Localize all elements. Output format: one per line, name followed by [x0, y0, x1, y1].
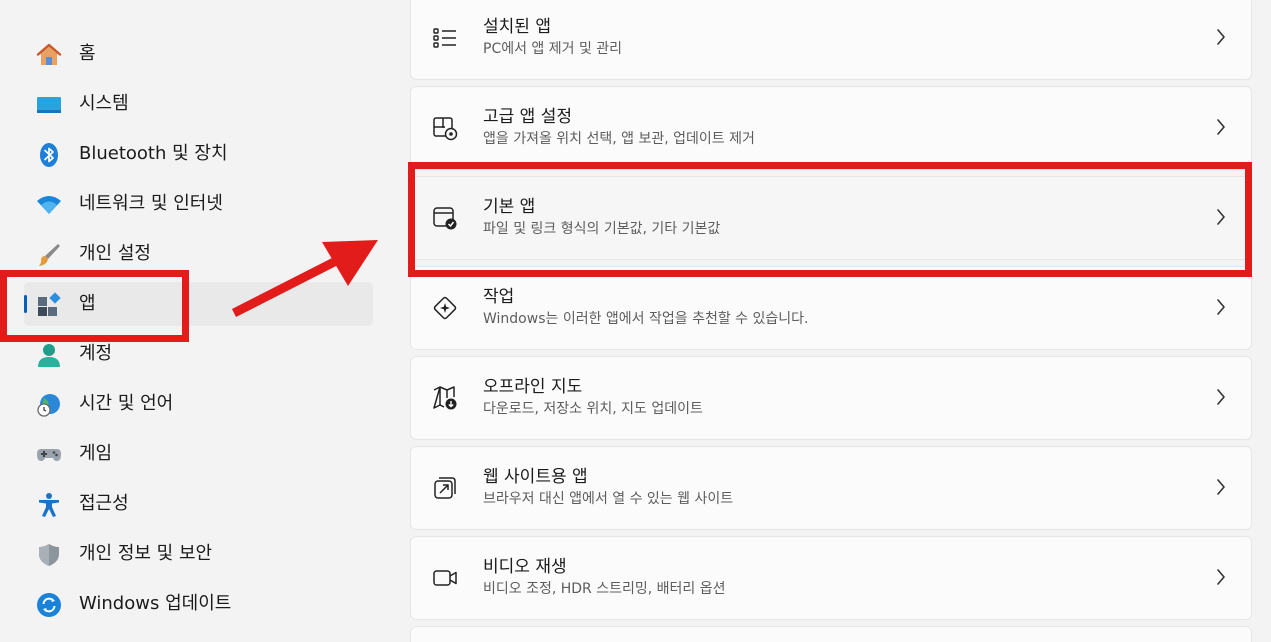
selection-indicator [24, 295, 27, 313]
card-subtitle: 앱을 가져올 위치 선택, 앱 보관, 업데이트 제거 [483, 131, 755, 147]
home-icon [36, 42, 62, 68]
sidebar-item-accessibility[interactable]: 접근성 [24, 482, 373, 526]
sidebar-item-label: Windows 업데이트 [79, 593, 232, 614]
gamepad-icon [36, 442, 62, 468]
card-offline-maps[interactable]: 오프라인 지도 다운로드, 저장소 위치, 지도 업데이트 [410, 356, 1252, 440]
offline-map-icon [431, 384, 459, 412]
card-advanced-app-settings[interactable]: 고급 앱 설정 앱을 가져올 위치 선택, 앱 보관, 업데이트 제거 [410, 86, 1252, 170]
card-title: 작업 [483, 287, 515, 307]
default-apps-icon [431, 204, 459, 232]
card-default-apps[interactable]: 기본 앱 파일 및 링크 형식의 기본값, 기타 기본값 [410, 176, 1252, 260]
sidebar-item-label: 네트워크 및 인터넷 [79, 193, 223, 214]
sidebar-item-time-language[interactable]: 시간 및 언어 [24, 382, 373, 426]
chevron-right-icon [1213, 477, 1229, 497]
card-subtitle: Windows는 이러한 앱에서 작업을 추천할 수 있습니다. [483, 311, 809, 327]
advanced-apps-icon [431, 114, 459, 142]
chevron-right-icon [1213, 387, 1229, 407]
card-title: 설치된 앱 [483, 17, 551, 37]
sidebar-item-windows-update[interactable]: Windows 업데이트 [24, 582, 373, 626]
accessibility-icon [36, 492, 62, 518]
sidebar-item-gaming[interactable]: 게임 [24, 432, 373, 476]
card-actions[interactable]: 작업 Windows는 이러한 앱에서 작업을 추천할 수 있습니다. [410, 266, 1252, 350]
chevron-right-icon [1213, 567, 1229, 587]
sidebar-item-privacy-security[interactable]: 개인 정보 및 보안 [24, 532, 373, 576]
sidebar-item-label: 홈 [79, 43, 96, 64]
chevron-right-icon [1213, 117, 1229, 137]
sidebar-item-label: 개인 설정 [79, 243, 151, 264]
card-subtitle: 브라우저 대신 앱에서 열 수 있는 웹 사이트 [483, 491, 734, 507]
open-external-icon [431, 474, 459, 502]
card-title: 웹 사이트용 앱 [483, 467, 588, 487]
chevron-right-icon [1213, 27, 1229, 47]
sidebar-item-accounts[interactable]: 계정 [24, 332, 373, 376]
card-subtitle: 비디오 조정, HDR 스트리밍, 배터리 옵션 [483, 581, 726, 597]
card-partial[interactable] [410, 626, 1252, 642]
globe-clock-icon [36, 392, 62, 418]
sidebar-item-label: 계정 [79, 343, 113, 364]
sidebar-item-label: 앱 [79, 293, 96, 314]
sidebar-item-label: 개인 정보 및 보안 [79, 543, 213, 564]
card-installed-apps[interactable]: 설치된 앱 PC에서 앱 제거 및 관리 [410, 0, 1252, 80]
sidebar-item-label: Bluetooth 및 장치 [79, 143, 228, 164]
account-icon [36, 342, 62, 368]
sidebar-item-label: 시간 및 언어 [79, 393, 174, 414]
list-icon [431, 24, 459, 52]
card-subtitle: PC에서 앱 제거 및 관리 [483, 41, 623, 57]
brush-icon [36, 242, 62, 268]
card-title: 오프라인 지도 [483, 377, 583, 397]
card-title: 기본 앱 [483, 197, 536, 217]
bluetooth-icon [36, 142, 62, 168]
card-subtitle: 다운로드, 저장소 위치, 지도 업데이트 [483, 401, 703, 417]
card-apps-for-websites[interactable]: 웹 사이트용 앱 브라우저 대신 앱에서 열 수 있는 웹 사이트 [410, 446, 1252, 530]
sidebar-item-home[interactable]: 홈 [24, 32, 373, 76]
card-video-playback[interactable]: 비디오 재생 비디오 조정, HDR 스트리밍, 배터리 옵션 [410, 536, 1252, 620]
apps-icon [36, 292, 62, 318]
annotation-arrow-icon [231, 240, 378, 318]
actions-icon [431, 294, 459, 322]
card-subtitle: 파일 및 링크 형식의 기본값, 기타 기본값 [483, 221, 721, 237]
update-icon [36, 592, 62, 618]
chevron-right-icon [1213, 297, 1229, 317]
card-title: 비디오 재생 [483, 557, 567, 577]
sidebar-item-label: 접근성 [79, 493, 129, 514]
sidebar-item-label: 시스템 [79, 93, 129, 114]
system-icon [36, 92, 62, 118]
card-title: 고급 앱 설정 [483, 107, 573, 127]
sidebar-item-network[interactable]: 네트워크 및 인터넷 [24, 182, 373, 226]
shield-icon [36, 542, 62, 568]
chevron-right-icon [1213, 207, 1229, 227]
video-icon [431, 564, 459, 592]
sidebar-item-bluetooth[interactable]: Bluetooth 및 장치 [24, 132, 373, 176]
sidebar-item-system[interactable]: 시스템 [24, 82, 373, 126]
sidebar-item-label: 게임 [79, 443, 113, 464]
wifi-icon [36, 192, 62, 218]
